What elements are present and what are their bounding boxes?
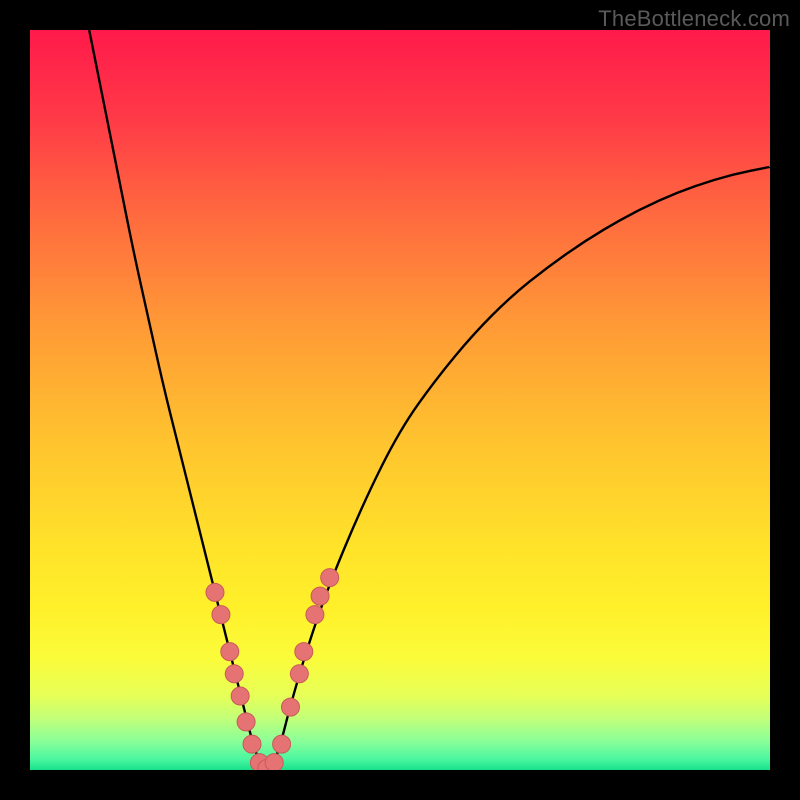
sample-dot: [212, 606, 230, 624]
sample-dot: [273, 735, 291, 753]
chart-svg: [30, 30, 770, 770]
chart-background: [30, 30, 770, 770]
sample-dot: [231, 687, 249, 705]
sample-dot: [206, 583, 224, 601]
sample-dot: [311, 587, 329, 605]
sample-dot: [321, 569, 339, 587]
sample-dot: [290, 665, 308, 683]
chart-frame: [30, 30, 770, 770]
sample-dot: [281, 698, 299, 716]
sample-dot: [237, 713, 255, 731]
sample-dot: [243, 735, 261, 753]
sample-dot: [225, 665, 243, 683]
sample-dot: [306, 606, 324, 624]
watermark-text: TheBottleneck.com: [598, 6, 790, 32]
sample-dot: [221, 643, 239, 661]
sample-dot: [295, 643, 313, 661]
sample-dot: [265, 754, 283, 770]
